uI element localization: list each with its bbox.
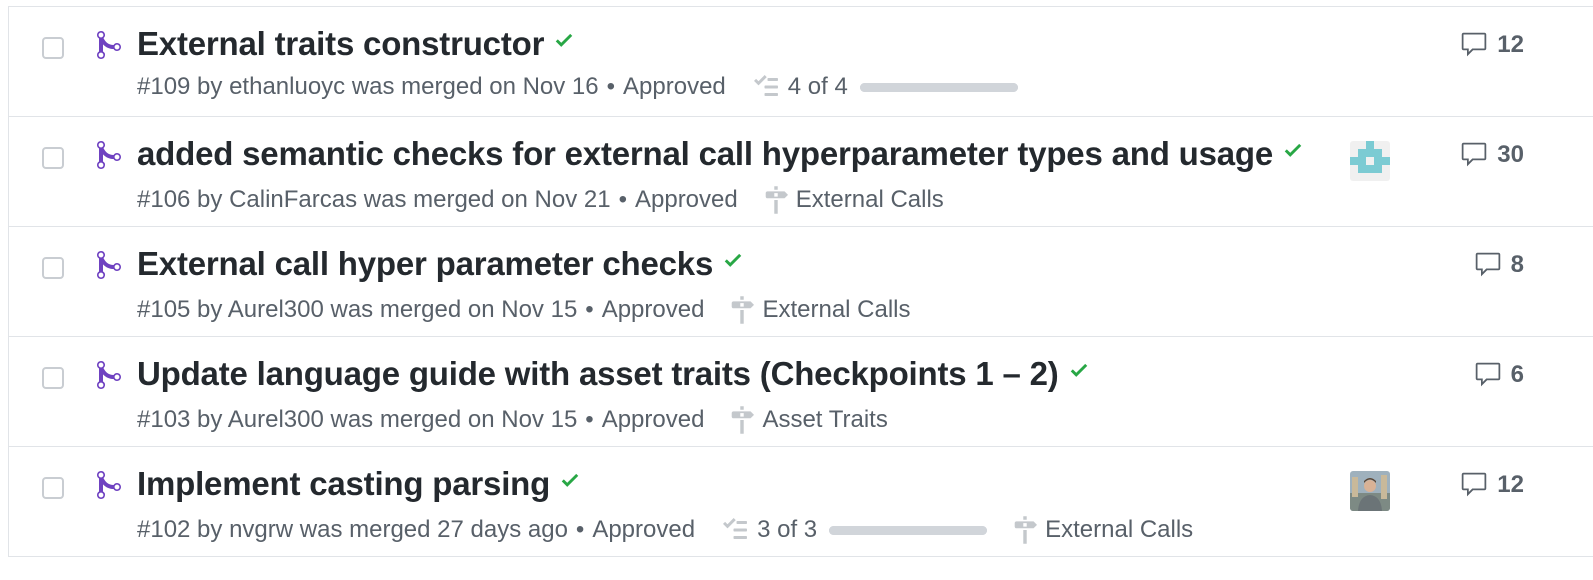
pr-meta: #103 by Aurel300 was merged on Nov 15 • … (137, 403, 888, 437)
task-progress-bar (859, 82, 1018, 92)
select-checkbox[interactable] (42, 477, 64, 499)
task-progress-fill (829, 525, 988, 535)
pr-title-link[interactable]: added semantic checks for external call … (137, 135, 1273, 172)
pr-title-line: External traits constructor (137, 25, 576, 63)
pr-meta: #109 by ethanluoyc was merged on Nov 16 … (137, 73, 1018, 101)
pr-title-link[interactable]: External call hyper parameter checks (137, 245, 713, 282)
comment-count: 8 (1510, 251, 1524, 278)
pr-meta: #102 by nvgrw was merged 27 days ago • A… (137, 513, 1193, 547)
comment-icon (1462, 472, 1487, 497)
comment-icon (1475, 252, 1500, 277)
comments-link[interactable]: 8 (1473, 251, 1524, 279)
task-count: 4 of 4 (787, 73, 848, 100)
pr-meta-text: #102 by nvgrw was merged 27 days ago (137, 516, 568, 543)
milestone-link[interactable]: Asset Traits (730, 403, 888, 437)
tasklist-icon (723, 518, 748, 539)
task-progress: 4 of 4 (752, 73, 1018, 101)
identicon-avatar (1350, 141, 1390, 181)
review-status[interactable]: Approved (602, 296, 705, 324)
select-checkbox[interactable] (42, 147, 64, 169)
pr-title-link[interactable]: External traits constructor (137, 25, 544, 62)
milestone-name: Asset Traits (762, 406, 888, 433)
milestone-link[interactable]: External Calls (764, 183, 944, 217)
pr-meta-text: #105 by Aurel300 was merged on Nov 15 (137, 296, 578, 323)
pr-row: Update language guide with asset traits … (9, 337, 1593, 447)
user-photo-avatar (1350, 471, 1390, 511)
assignee-avatar[interactable] (1350, 471, 1390, 511)
comments-link[interactable]: 12 (1459, 471, 1524, 499)
milestone-icon (732, 296, 755, 324)
comment-count: 30 (1497, 141, 1524, 168)
pr-meta-text: #109 by ethanluoyc was merged on Nov 16 (137, 73, 599, 100)
pr-title-line: Update language guide with asset traits … (137, 355, 1091, 393)
milestone-link[interactable]: External Calls (1013, 513, 1193, 547)
review-status[interactable]: Approved (592, 516, 695, 544)
pr-title-line: External call hyper parameter checks (137, 245, 745, 283)
comments-link[interactable]: 30 (1459, 141, 1524, 169)
separator: • (585, 406, 594, 433)
select-checkbox[interactable] (42, 37, 64, 59)
pr-meta-text: #106 by CalinFarcas was merged on Nov 21 (137, 186, 611, 213)
review-status[interactable]: Approved (602, 406, 705, 434)
comment-count: 6 (1510, 361, 1524, 388)
milestone-name: External Calls (795, 186, 944, 213)
assignee-avatar[interactable] (1350, 141, 1390, 181)
select-checkbox[interactable] (42, 257, 64, 279)
review-status[interactable]: Approved (623, 73, 726, 101)
check-icon (1284, 143, 1302, 157)
comment-count: 12 (1497, 471, 1524, 498)
comments-link[interactable]: 12 (1459, 31, 1524, 59)
comment-icon (1462, 32, 1487, 57)
comment-icon (1475, 362, 1500, 387)
pr-meta: #105 by Aurel300 was merged on Nov 15 • … (137, 293, 911, 327)
git-merge-icon (97, 140, 121, 170)
check-icon (1070, 363, 1087, 377)
git-merge-icon (97, 470, 121, 499)
pr-row: added semantic checks for external call … (9, 117, 1593, 227)
separator: • (575, 516, 585, 543)
check-icon (724, 253, 742, 267)
milestone-icon (765, 186, 788, 214)
pr-title-link[interactable]: Implement casting parsing (137, 465, 550, 502)
tasklist-icon (753, 75, 778, 96)
task-progress-fill (859, 82, 1018, 92)
milestone-icon (732, 406, 755, 434)
review-status[interactable]: Approved (635, 186, 738, 214)
task-progress: 3 of 3 (721, 516, 988, 544)
comment-count: 12 (1497, 31, 1524, 58)
pr-row: External call hyper parameter checks #10… (9, 227, 1593, 337)
pr-meta-text: #103 by Aurel300 was merged on Nov 15 (137, 406, 578, 433)
separator: • (618, 186, 627, 213)
git-merge-icon (97, 360, 121, 389)
pr-title-line: Implement casting parsing (137, 465, 582, 503)
task-progress-bar (829, 525, 988, 535)
separator: • (585, 296, 594, 323)
check-icon (561, 473, 579, 487)
task-count: 3 of 3 (757, 516, 818, 543)
comment-icon (1462, 142, 1487, 167)
separator: • (606, 73, 616, 100)
milestone-link[interactable]: External Calls (730, 293, 911, 327)
pull-request-list: External traits constructor #109 by etha… (8, 6, 1593, 557)
git-merge-icon (97, 250, 121, 279)
pr-title-link[interactable]: Update language guide with asset traits … (137, 355, 1059, 392)
comments-link[interactable]: 6 (1473, 361, 1524, 389)
milestone-icon (1014, 516, 1038, 544)
pr-title-line: added semantic checks for external call … (137, 135, 1305, 173)
pr-meta: #106 by CalinFarcas was merged on Nov 21… (137, 183, 944, 217)
milestone-name: External Calls (762, 296, 911, 323)
pr-row: Implement casting parsing #102 by nvgrw … (9, 447, 1593, 557)
pr-row: External traits constructor #109 by etha… (9, 7, 1593, 117)
check-icon (555, 33, 573, 47)
milestone-name: External Calls (1045, 516, 1194, 543)
select-checkbox[interactable] (42, 367, 64, 389)
git-merge-icon (97, 30, 121, 60)
